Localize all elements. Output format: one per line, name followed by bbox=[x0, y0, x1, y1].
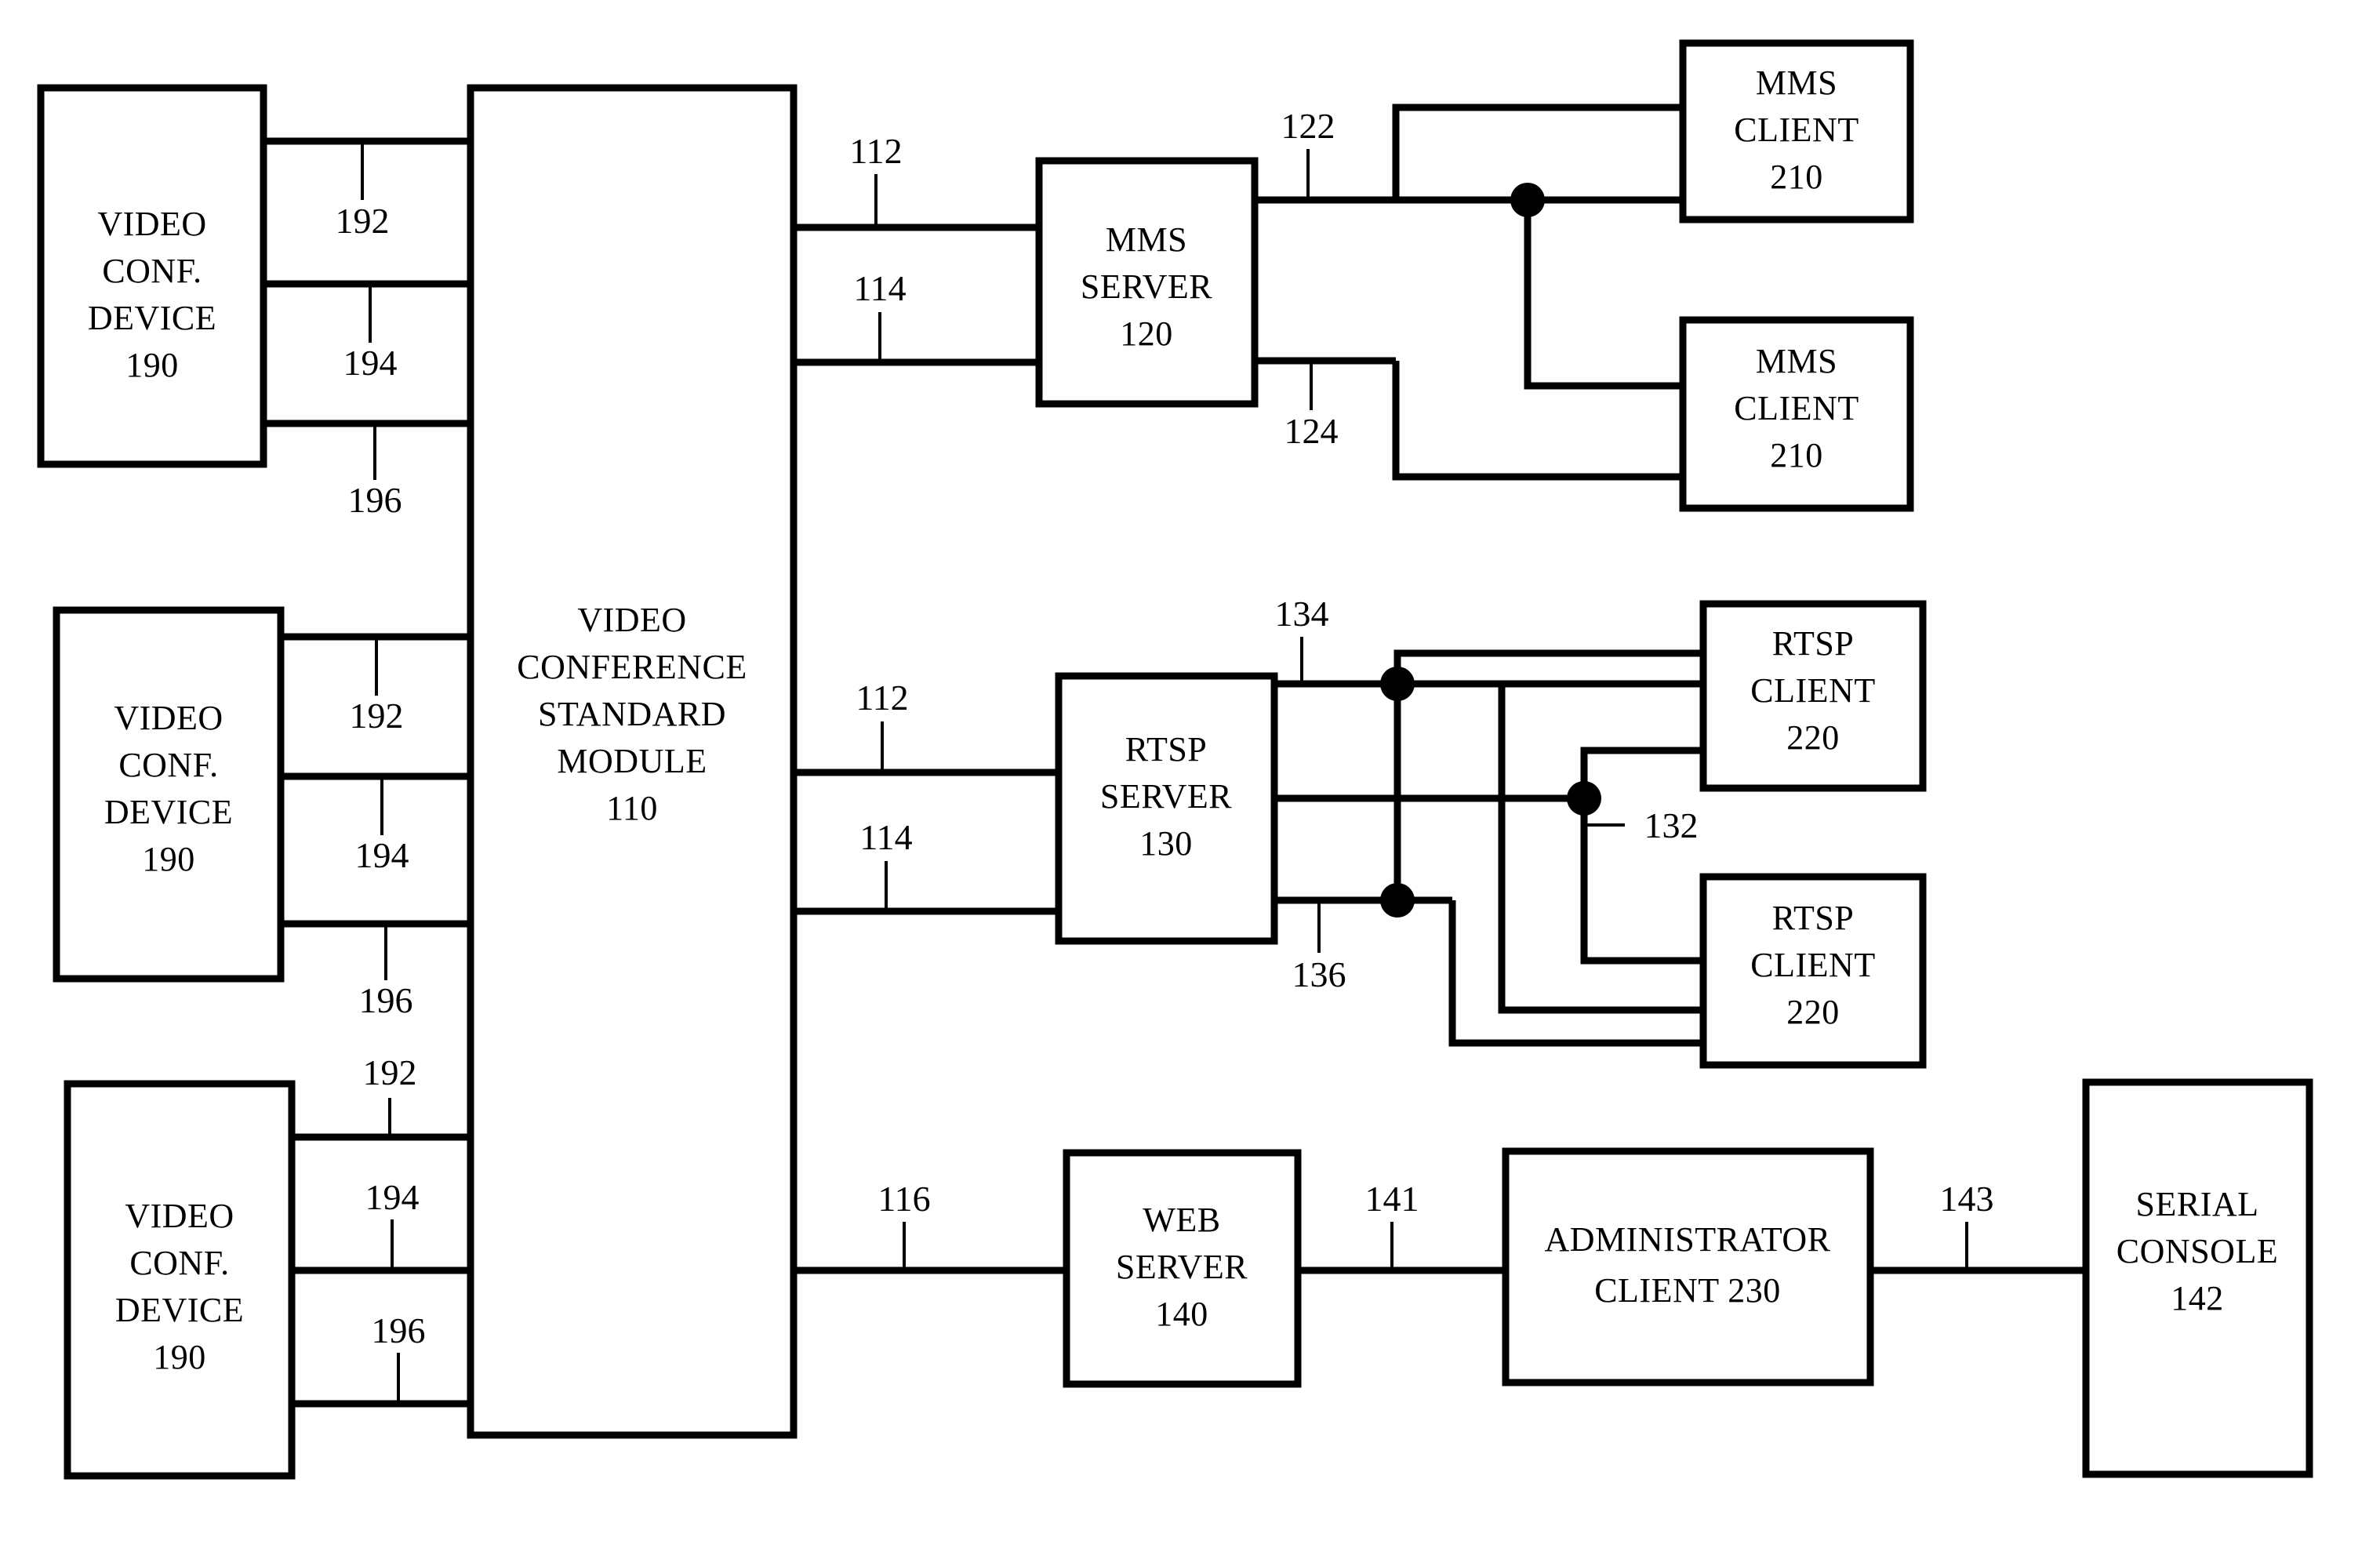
svg-text:136: 136 bbox=[1292, 954, 1346, 994]
svg-text:220: 220 bbox=[1786, 993, 1840, 1031]
svg-text:SERVER: SERVER bbox=[1100, 777, 1232, 816]
ref-132-rtsp: 132 bbox=[1584, 805, 1699, 845]
svg-text:114: 114 bbox=[853, 268, 906, 308]
ref-114-mms: 114 bbox=[853, 268, 907, 361]
wire-122-to-client-top-upper bbox=[1392, 104, 1683, 200]
ref-143-serial: 143 bbox=[1940, 1179, 1994, 1269]
wire-124-to-client-bottom-lower bbox=[1392, 361, 1683, 481]
ref-134-rtsp: 134 bbox=[1275, 594, 1329, 682]
svg-text:CONF.: CONF. bbox=[129, 1244, 229, 1282]
ref-194-mid: 194 bbox=[355, 779, 409, 875]
svg-text:112: 112 bbox=[849, 131, 902, 171]
svg-text:190: 190 bbox=[125, 346, 179, 384]
svg-text:SERVER: SERVER bbox=[1116, 1248, 1248, 1286]
svg-text:RTSP: RTSP bbox=[1772, 899, 1855, 937]
svg-text:142: 142 bbox=[2171, 1279, 2224, 1317]
svg-text:MMS: MMS bbox=[1106, 220, 1187, 259]
svg-text:MMS: MMS bbox=[1756, 342, 1837, 380]
svg-text:MMS: MMS bbox=[1756, 64, 1837, 102]
svg-text:CONF.: CONF. bbox=[102, 252, 202, 290]
ref-192-bottom: 192 bbox=[363, 1052, 417, 1135]
svg-text:192: 192 bbox=[350, 696, 404, 736]
svg-text:116: 116 bbox=[878, 1179, 930, 1219]
svg-text:194: 194 bbox=[343, 343, 398, 383]
svg-text:ADMINISTRATOR: ADMINISTRATOR bbox=[1544, 1220, 1830, 1259]
patent-figure: VIDEO CONF. DEVICE 190 VIDEO CONF. DEVIC… bbox=[0, 0, 2380, 1559]
ref-112-mms: 112 bbox=[849, 131, 903, 226]
ref-196-top: 196 bbox=[348, 426, 402, 520]
leader-132 bbox=[1584, 817, 1625, 827]
junction-dot-rtsp-134 bbox=[1380, 667, 1415, 701]
svg-text:CLIENT: CLIENT bbox=[1750, 671, 1875, 710]
svg-text:RTSP: RTSP bbox=[1772, 624, 1855, 663]
ref-124-mms: 124 bbox=[1284, 363, 1339, 451]
svg-text:CONFERENCE: CONFERENCE bbox=[517, 648, 747, 686]
svg-text:196: 196 bbox=[372, 1310, 426, 1350]
svg-text:210: 210 bbox=[1770, 436, 1823, 474]
ref-112-rtsp: 112 bbox=[856, 678, 909, 771]
svg-text:DEVICE: DEVICE bbox=[88, 299, 216, 337]
svg-text:210: 210 bbox=[1770, 158, 1823, 196]
svg-text:120: 120 bbox=[1120, 314, 1173, 353]
svg-text:CLIENT: CLIENT bbox=[1734, 389, 1859, 427]
svg-text:196: 196 bbox=[348, 480, 402, 520]
svg-text:114: 114 bbox=[859, 817, 912, 857]
svg-text:124: 124 bbox=[1284, 411, 1339, 451]
ref-196-mid: 196 bbox=[359, 926, 413, 1020]
svg-text:192: 192 bbox=[336, 201, 390, 241]
block-diagram-canvas: VIDEO CONF. DEVICE 190 VIDEO CONF. DEVIC… bbox=[37, 39, 2313, 1480]
ref-141-web: 141 bbox=[1365, 1179, 1419, 1269]
wire-122-to-client-bottom-upper bbox=[1524, 200, 1683, 390]
svg-text:140: 140 bbox=[1155, 1295, 1208, 1333]
svg-text:112: 112 bbox=[856, 678, 908, 718]
svg-text:WEB: WEB bbox=[1143, 1201, 1220, 1239]
svg-text:190: 190 bbox=[142, 840, 195, 878]
wire-134-to-rtsp-top-p1 bbox=[1393, 649, 1741, 684]
svg-text:141: 141 bbox=[1365, 1179, 1419, 1219]
svg-text:143: 143 bbox=[1940, 1179, 1994, 1219]
svg-text:122: 122 bbox=[1281, 106, 1335, 146]
svg-text:134: 134 bbox=[1275, 594, 1329, 634]
svg-text:CONF.: CONF. bbox=[118, 746, 218, 784]
svg-text:VIDEO: VIDEO bbox=[114, 699, 223, 737]
ref-122-mms: 122 bbox=[1281, 106, 1335, 198]
svg-text:SERVER: SERVER bbox=[1081, 267, 1212, 306]
svg-text:MODULE: MODULE bbox=[557, 742, 707, 780]
ref-196-bottom: 196 bbox=[372, 1310, 426, 1401]
svg-text:220: 220 bbox=[1786, 718, 1840, 757]
svg-text:CLIENT: CLIENT bbox=[1750, 946, 1875, 984]
ref-192-top: 192 bbox=[336, 144, 390, 241]
svg-text:130: 130 bbox=[1139, 824, 1193, 863]
ref-194-top: 194 bbox=[343, 286, 398, 383]
svg-text:110: 110 bbox=[606, 789, 658, 827]
svg-text:SERIAL: SERIAL bbox=[2136, 1185, 2259, 1223]
box-administrator-client bbox=[1502, 1147, 1874, 1386]
junction-dot-mms bbox=[1510, 183, 1545, 217]
ref-114-rtsp: 114 bbox=[859, 817, 913, 910]
svg-text:VIDEO: VIDEO bbox=[577, 601, 686, 639]
svg-text:RTSP: RTSP bbox=[1125, 730, 1208, 769]
svg-text:VIDEO: VIDEO bbox=[97, 205, 206, 243]
svg-text:132: 132 bbox=[1644, 805, 1699, 845]
svg-text:STANDARD: STANDARD bbox=[538, 695, 726, 733]
svg-text:CONSOLE: CONSOLE bbox=[2117, 1232, 2278, 1270]
box-serial-console bbox=[2082, 1078, 2313, 1478]
svg-text:CLIENT: CLIENT bbox=[1734, 111, 1859, 149]
ref-116-web: 116 bbox=[878, 1179, 931, 1269]
svg-text:194: 194 bbox=[355, 835, 409, 875]
svg-text:192: 192 bbox=[363, 1052, 417, 1092]
ref-194-bottom: 194 bbox=[365, 1177, 420, 1268]
junction-dot-rtsp-132 bbox=[1567, 781, 1601, 816]
svg-text:196: 196 bbox=[359, 980, 413, 1020]
wire-136-to-rtsp-bottom-p3 bbox=[1448, 900, 1741, 1047]
svg-text:VIDEO: VIDEO bbox=[125, 1197, 234, 1235]
svg-text:190: 190 bbox=[153, 1338, 206, 1376]
svg-text:DEVICE: DEVICE bbox=[115, 1291, 244, 1329]
ref-192-mid: 192 bbox=[350, 639, 404, 736]
svg-text:DEVICE: DEVICE bbox=[104, 793, 233, 831]
junction-dot-rtsp-136 bbox=[1380, 883, 1415, 918]
svg-text:CLIENT 230: CLIENT 230 bbox=[1594, 1271, 1781, 1310]
svg-text:194: 194 bbox=[365, 1177, 420, 1217]
ref-136-rtsp: 136 bbox=[1292, 903, 1346, 994]
